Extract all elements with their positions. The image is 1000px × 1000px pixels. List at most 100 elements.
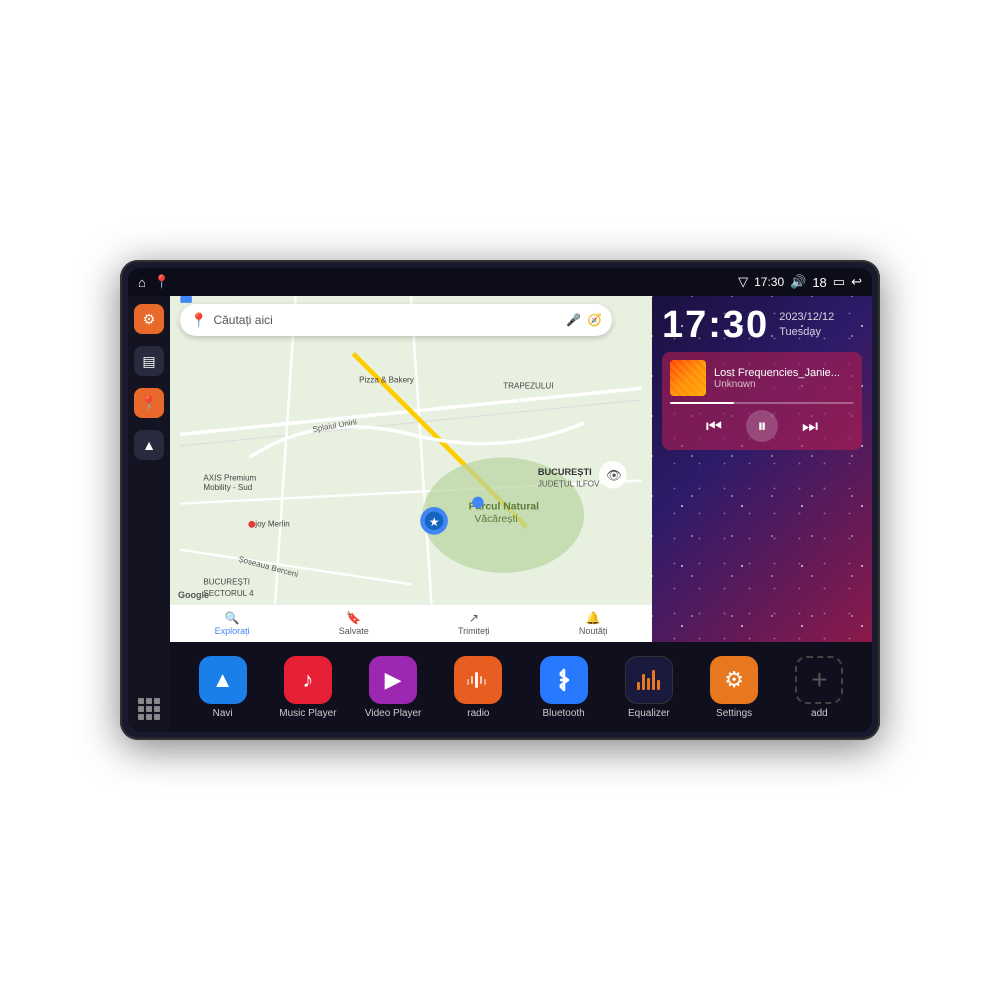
navi-icon-bg: ▲ [199, 656, 247, 704]
prev-button[interactable]: ⏮ [698, 410, 730, 442]
clock-day-text: Tuesday [779, 325, 834, 340]
app-bluetooth[interactable]: Bluetooth [530, 656, 598, 719]
saved-icon: 🔖 [346, 611, 361, 625]
map-search-bar[interactable]: 📍 Căutați aici 🎤 🧭 [180, 304, 612, 336]
status-right: ▽ 17:30 🔊 18 ▭ ↩ [738, 274, 862, 290]
map-nav-saved[interactable]: 🔖 Salvate [339, 611, 369, 636]
add-icon-bg: + [795, 656, 843, 704]
google-maps-icon: 📍 [190, 312, 207, 329]
clock-section: 17:30 2023/12/12 Tuesday [662, 306, 862, 344]
center-area: 📍 Căutați aici 🎤 🧭 [170, 296, 872, 732]
map-pin-icon: 📍 [140, 395, 157, 412]
music-progress-fill [670, 402, 734, 404]
battery-level: 18 [812, 275, 826, 290]
music-progress-bar[interactable] [670, 402, 854, 404]
search-text: Căutați aici [213, 313, 560, 327]
explore-icon: 🔍 [225, 611, 240, 625]
status-left: ⌂ 📍 [138, 274, 170, 290]
clock-time: 17:30 [662, 306, 769, 344]
settings-icon: ⚙ [143, 311, 156, 328]
sidebar-btn-nav[interactable]: ▲ [134, 430, 164, 460]
news-icon: 🔔 [586, 611, 601, 625]
status-time: 17:30 [754, 275, 784, 289]
stars-background [652, 296, 872, 642]
music-thumbnail [670, 360, 706, 396]
map-canvas: Parcul Natural Văcărești AXIS Premium Mo… [170, 296, 652, 642]
saved-label: Salvate [339, 626, 369, 636]
clock-date-text: 2023/12/12 [779, 310, 834, 325]
map-nav-explore[interactable]: 🔍 Explorați [215, 611, 250, 636]
equalizer-icon-bg [625, 656, 673, 704]
equalizer-bars-icon [637, 670, 660, 690]
wifi-icon: ▽ [738, 274, 748, 290]
back-icon[interactable]: ↩ [851, 274, 862, 290]
pause-button[interactable]: ⏸ [746, 410, 778, 442]
video-play-icon: ▶ [385, 667, 402, 693]
compass-icon[interactable]: 🧭 [587, 313, 602, 327]
map-bottom-nav: 🔍 Explorați 🔖 Salvate ↗ Trimiteți [170, 604, 652, 642]
video-icon-bg: ▶ [369, 656, 417, 704]
svg-text:AXIS Premium: AXIS Premium [203, 474, 256, 483]
sidebar-btn-settings[interactable]: ⚙ [134, 304, 164, 334]
clock-date: 2023/12/12 Tuesday [779, 306, 834, 341]
send-icon: ↗ [469, 611, 479, 625]
svg-text:joy Merlin: joy Merlin [254, 520, 289, 529]
navi-icon: ▲ [212, 667, 234, 693]
map-area[interactable]: 📍 Căutați aici 🎤 🧭 [170, 296, 652, 642]
sidebar-bottom [134, 694, 164, 724]
music-info: Lost Frequencies_Janie... Unknown [670, 360, 854, 396]
music-controls: ⏮ ⏸ ⏭ [670, 410, 854, 442]
svg-text:👁: 👁 [606, 468, 622, 482]
app-radio[interactable]: radio [444, 656, 512, 719]
equalizer-label: Equalizer [628, 708, 670, 719]
app-video[interactable]: ▶ Video Player [359, 656, 427, 719]
home-icon[interactable]: ⌂ [138, 275, 146, 290]
radio-icon-bg [454, 656, 502, 704]
map-nav-send[interactable]: ↗ Trimiteți [458, 611, 490, 636]
music-album-art [670, 360, 706, 396]
music-icon: ♪ [302, 667, 313, 693]
music-title: Lost Frequencies_Janie... [714, 367, 854, 379]
sidebar: ⚙ ▤ 📍 ▲ [128, 296, 170, 732]
sidebar-btn-maps[interactable]: 📍 [134, 388, 164, 418]
svg-text:TRAPEZULUI: TRAPEZULUI [503, 381, 553, 390]
send-label: Trimiteți [458, 626, 490, 636]
status-bar: ⌂ 📍 ▽ 17:30 🔊 18 ▭ ↩ [128, 268, 872, 296]
add-plus-icon: + [811, 666, 827, 694]
svg-text:★: ★ [429, 518, 438, 529]
map-nav-news[interactable]: 🔔 Noutăți [579, 611, 608, 636]
svg-text:Mobility - Sud: Mobility - Sud [203, 483, 252, 492]
app-settings[interactable]: ⚙ Settings [700, 656, 768, 719]
map-icon[interactable]: 📍 [154, 274, 170, 290]
svg-text:BUCUREȘTI: BUCUREȘTI [538, 467, 592, 477]
explore-label: Explorați [215, 626, 250, 636]
app-navi[interactable]: ▲ Navi [189, 656, 257, 719]
app-add[interactable]: + add [785, 656, 853, 719]
mic-icon[interactable]: 🎤 [566, 313, 581, 327]
add-label: add [811, 708, 828, 719]
device-frame: ⌂ 📍 ▽ 17:30 🔊 18 ▭ ↩ ⚙ ▤ [120, 260, 880, 740]
svg-text:JUDEȚUL ILFOV: JUDEȚUL ILFOV [538, 479, 600, 488]
main-content: ⚙ ▤ 📍 ▲ [128, 296, 872, 732]
battery-icon: ▭ [833, 274, 845, 290]
app-music[interactable]: ♪ Music Player [274, 656, 342, 719]
apps-bar: ▲ Navi ♪ Music Player ▶ V [170, 642, 872, 732]
navi-label: Navi [213, 708, 233, 719]
svg-text:Văcărești: Văcărești [474, 514, 517, 525]
radio-waves-icon [464, 666, 492, 694]
svg-text:Pizza & Bakery: Pizza & Bakery [359, 376, 415, 385]
music-section: Lost Frequencies_Janie... Unknown ⏮ ⏸ ⏭ [662, 352, 862, 450]
nav-icon: ▲ [142, 437, 156, 453]
google-logo: Google [178, 590, 209, 600]
svg-text:BUCUREȘTI: BUCUREȘTI [203, 577, 250, 586]
svg-text:SECTORUL 4: SECTORUL 4 [203, 589, 254, 598]
bluetooth-icon-bg [540, 656, 588, 704]
grid-button[interactable] [134, 694, 164, 724]
bluetooth-label: Bluetooth [542, 708, 584, 719]
settings-label: Settings [716, 708, 752, 719]
music-artist: Unknown [714, 379, 854, 390]
sidebar-btn-files[interactable]: ▤ [134, 346, 164, 376]
app-equalizer[interactable]: Equalizer [615, 656, 683, 719]
radio-label: radio [467, 708, 489, 719]
next-button[interactable]: ⏭ [794, 410, 826, 442]
